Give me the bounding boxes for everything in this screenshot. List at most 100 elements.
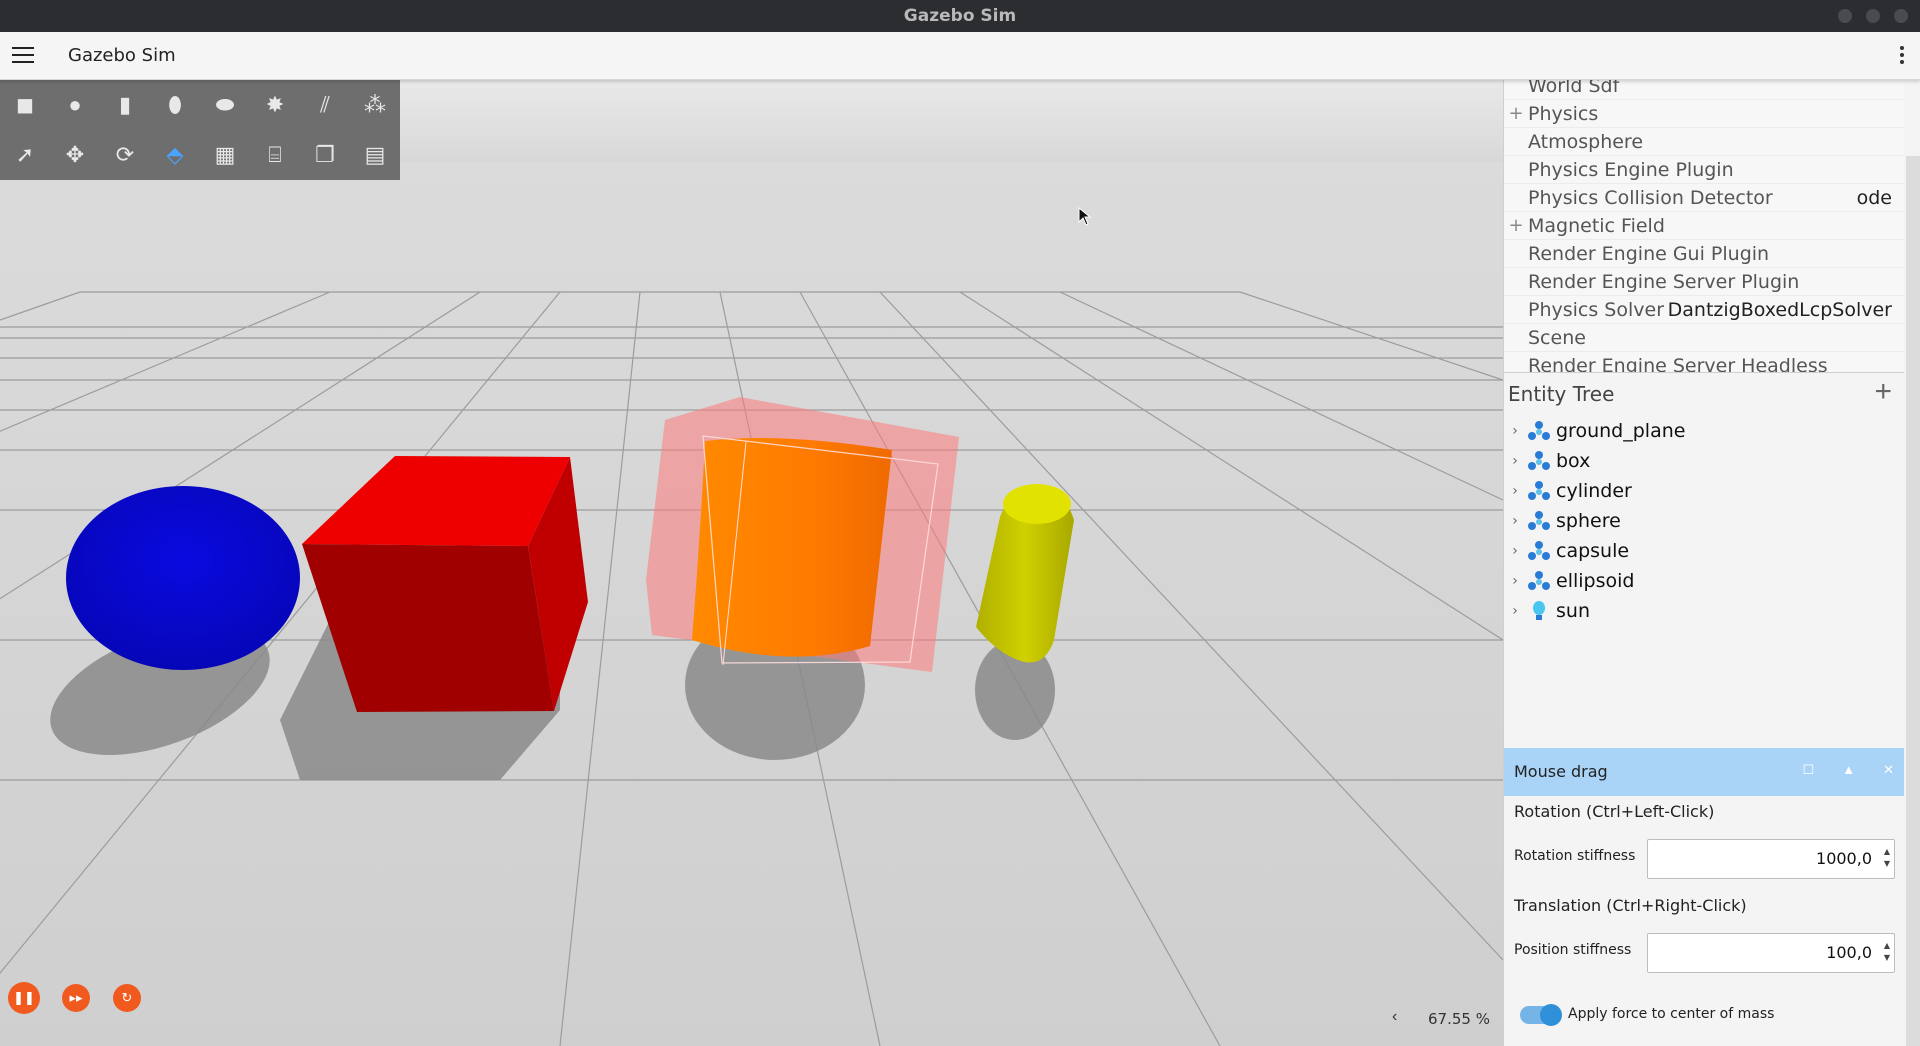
apply-force-toggle[interactable]: [1520, 1004, 1562, 1026]
expand-plus-icon[interactable]: +: [1504, 103, 1528, 124]
rotate-icon[interactable]: ⟳: [100, 130, 150, 180]
scene-render: [0, 80, 1503, 1046]
model-icon: [1526, 538, 1552, 564]
prop-row-magnetic-field[interactable]: + Magnetic Field: [1504, 212, 1904, 240]
entity-tree-list: › ground_plane › box › cylinder › sphere…: [1504, 416, 1904, 626]
ellipsoid-shape-icon[interactable]: ⬬: [200, 80, 250, 130]
chevron-right-icon[interactable]: ›: [1504, 603, 1526, 619]
prop-row-atmosphere[interactable]: Atmosphere: [1504, 128, 1904, 156]
entity-item-ground-plane[interactable]: › ground_plane: [1504, 416, 1904, 446]
light-bulb-icon: [1526, 598, 1552, 624]
directional-light-icon[interactable]: ⫽: [300, 80, 350, 130]
rotation-stiffness-label: Rotation stiffness: [1514, 848, 1636, 864]
chevron-right-icon[interactable]: ›: [1504, 423, 1526, 439]
os-window-titlebar: Gazebo Sim: [0, 0, 1920, 32]
translation-section-title: Translation (Ctrl+Right-Click): [1514, 896, 1747, 915]
window-controls: [1838, 9, 1908, 23]
prop-row-physics-engine-plugin[interactable]: Physics Engine Plugin: [1504, 156, 1904, 184]
step-forward-button[interactable]: ▸▸: [62, 984, 90, 1012]
entity-item-sphere[interactable]: › sphere: [1504, 506, 1904, 536]
prop-row-render-engine-gui-plugin[interactable]: Render Engine Gui Plugin: [1504, 240, 1904, 268]
chevron-right-icon[interactable]: ›: [1504, 483, 1526, 499]
prop-row-physics[interactable]: + Physics: [1504, 100, 1904, 128]
app-bar: Gazebo Sim: [0, 32, 1920, 80]
collapse-plugin-icon[interactable]: ▲: [1842, 762, 1855, 778]
entity-item-sun[interactable]: › sun: [1504, 596, 1904, 626]
model-icon: [1526, 478, 1552, 504]
paste-icon[interactable]: ▤: [350, 130, 400, 180]
select-icon[interactable]: ➚: [0, 130, 50, 180]
minimize-window-button[interactable]: [1838, 9, 1852, 23]
view-angle-icon[interactable]: ⬘: [150, 130, 200, 180]
entity-item-capsule[interactable]: › capsule: [1504, 536, 1904, 566]
entity-tree-title: Entity Tree: [1508, 382, 1615, 406]
prop-row-physics-solver[interactable]: Physics Solver DantzigBoxedLcpSolver: [1504, 296, 1904, 324]
right-panel: World Sdf + Physics Atmosphere Physics E…: [1503, 80, 1920, 1046]
model-icon: [1526, 418, 1552, 444]
entity-label: box: [1556, 450, 1591, 472]
entity-label: capsule: [1556, 540, 1630, 562]
spin-arrows-icon[interactable]: ▲ ▼: [1884, 846, 1890, 870]
entity-label: ground_plane: [1556, 420, 1686, 442]
cylinder-shape-icon[interactable]: ▮: [100, 80, 150, 130]
model-icon: [1526, 568, 1552, 594]
entity-item-cylinder[interactable]: › cylinder: [1504, 476, 1904, 506]
zoom-level: 67.55 %: [1428, 1010, 1490, 1028]
copy-icon[interactable]: ❐: [300, 130, 350, 180]
spin-arrows-icon[interactable]: ▲ ▼: [1884, 940, 1890, 964]
vertical-dots-icon[interactable]: [1898, 46, 1906, 66]
entity-label: cylinder: [1556, 480, 1632, 502]
grid-snap-icon[interactable]: ▦: [200, 130, 250, 180]
chevron-right-icon[interactable]: ›: [1504, 543, 1526, 559]
model-icon: [1526, 448, 1552, 474]
reset-button[interactable]: ↻: [113, 984, 141, 1012]
rotation-stiffness-input[interactable]: 1000,0 ▲ ▼: [1647, 839, 1895, 879]
entity-label: sphere: [1556, 510, 1621, 532]
chevron-right-icon[interactable]: ›: [1504, 573, 1526, 589]
close-plugin-icon[interactable]: ✕: [1883, 762, 1894, 778]
prop-row-scene[interactable]: Scene: [1504, 324, 1904, 352]
entity-label: sun: [1556, 600, 1590, 622]
prop-row-render-engine-server-headless[interactable]: Render Engine Server Headless: [1504, 352, 1904, 373]
rotation-section-title: Rotation (Ctrl+Left-Click): [1514, 802, 1715, 821]
scene-cylinder[interactable]: [646, 397, 959, 672]
mouse-cursor-icon: [1078, 207, 1092, 226]
position-stiffness-input[interactable]: 100,0 ▲ ▼: [1647, 933, 1895, 973]
app-title: Gazebo Sim: [68, 45, 176, 66]
translate-icon[interactable]: ✥: [50, 130, 100, 180]
add-entity-icon[interactable]: +: [1874, 375, 1892, 409]
maximize-plugin-icon[interactable]: ☐: [1803, 762, 1815, 778]
scene-sphere[interactable]: [66, 486, 300, 670]
panel-scrollbar[interactable]: [1906, 156, 1920, 1046]
chevron-right-icon[interactable]: ›: [1504, 513, 1526, 529]
close-window-button[interactable]: [1894, 9, 1908, 23]
sphere-shape-icon[interactable]: ●: [50, 80, 100, 130]
box-shape-icon[interactable]: ◼: [0, 80, 50, 130]
pause-button[interactable]: ❚❚: [8, 982, 40, 1014]
prop-row-render-engine-server-plugin[interactable]: Render Engine Server Plugin: [1504, 268, 1904, 296]
hamburger-menu-icon[interactable]: [12, 47, 34, 65]
expand-plus-icon[interactable]: +: [1504, 215, 1528, 236]
chevron-right-icon[interactable]: ›: [1504, 453, 1526, 469]
entity-label: ellipsoid: [1556, 570, 1635, 592]
model-icon: [1526, 508, 1552, 534]
entity-tree-header: Entity Tree +: [1504, 372, 1904, 412]
zoom-collapse-arrow[interactable]: ‹: [1392, 1008, 1397, 1026]
prop-row-physics-collision-detector[interactable]: Physics Collision Detector ode: [1504, 184, 1904, 212]
os-window-title: Gazebo Sim: [903, 6, 1017, 26]
point-light-icon[interactable]: ✸: [250, 80, 300, 130]
spot-light-icon[interactable]: ⁂: [350, 80, 400, 130]
maximize-window-button[interactable]: [1866, 9, 1880, 23]
mouse-drag-header: Mouse drag ☐ ▲ ✕: [1504, 748, 1904, 796]
entity-item-ellipsoid[interactable]: › ellipsoid: [1504, 566, 1904, 596]
shape-toolbar: ◼ ● ▮ ⬮ ⬬ ✸ ⫽ ⁂ ➚ ✥ ⟳ ⬘ ▦ ⌸ ❐ ▤: [0, 80, 400, 180]
prop-row-world-sdf[interactable]: World Sdf: [1504, 80, 1904, 100]
screenshot-camera-icon[interactable]: ⌸: [250, 130, 300, 180]
component-inspector: World Sdf + Physics Atmosphere Physics E…: [1504, 80, 1904, 372]
scene-3d-viewport[interactable]: [0, 80, 1503, 1046]
position-stiffness-label: Position stiffness: [1514, 942, 1632, 958]
capsule-shape-icon[interactable]: ⬮: [150, 80, 200, 130]
entity-item-box[interactable]: › box: [1504, 446, 1904, 476]
apply-force-label: Apply force to center of mass: [1568, 1006, 1775, 1022]
mouse-drag-title: Mouse drag: [1514, 762, 1608, 781]
